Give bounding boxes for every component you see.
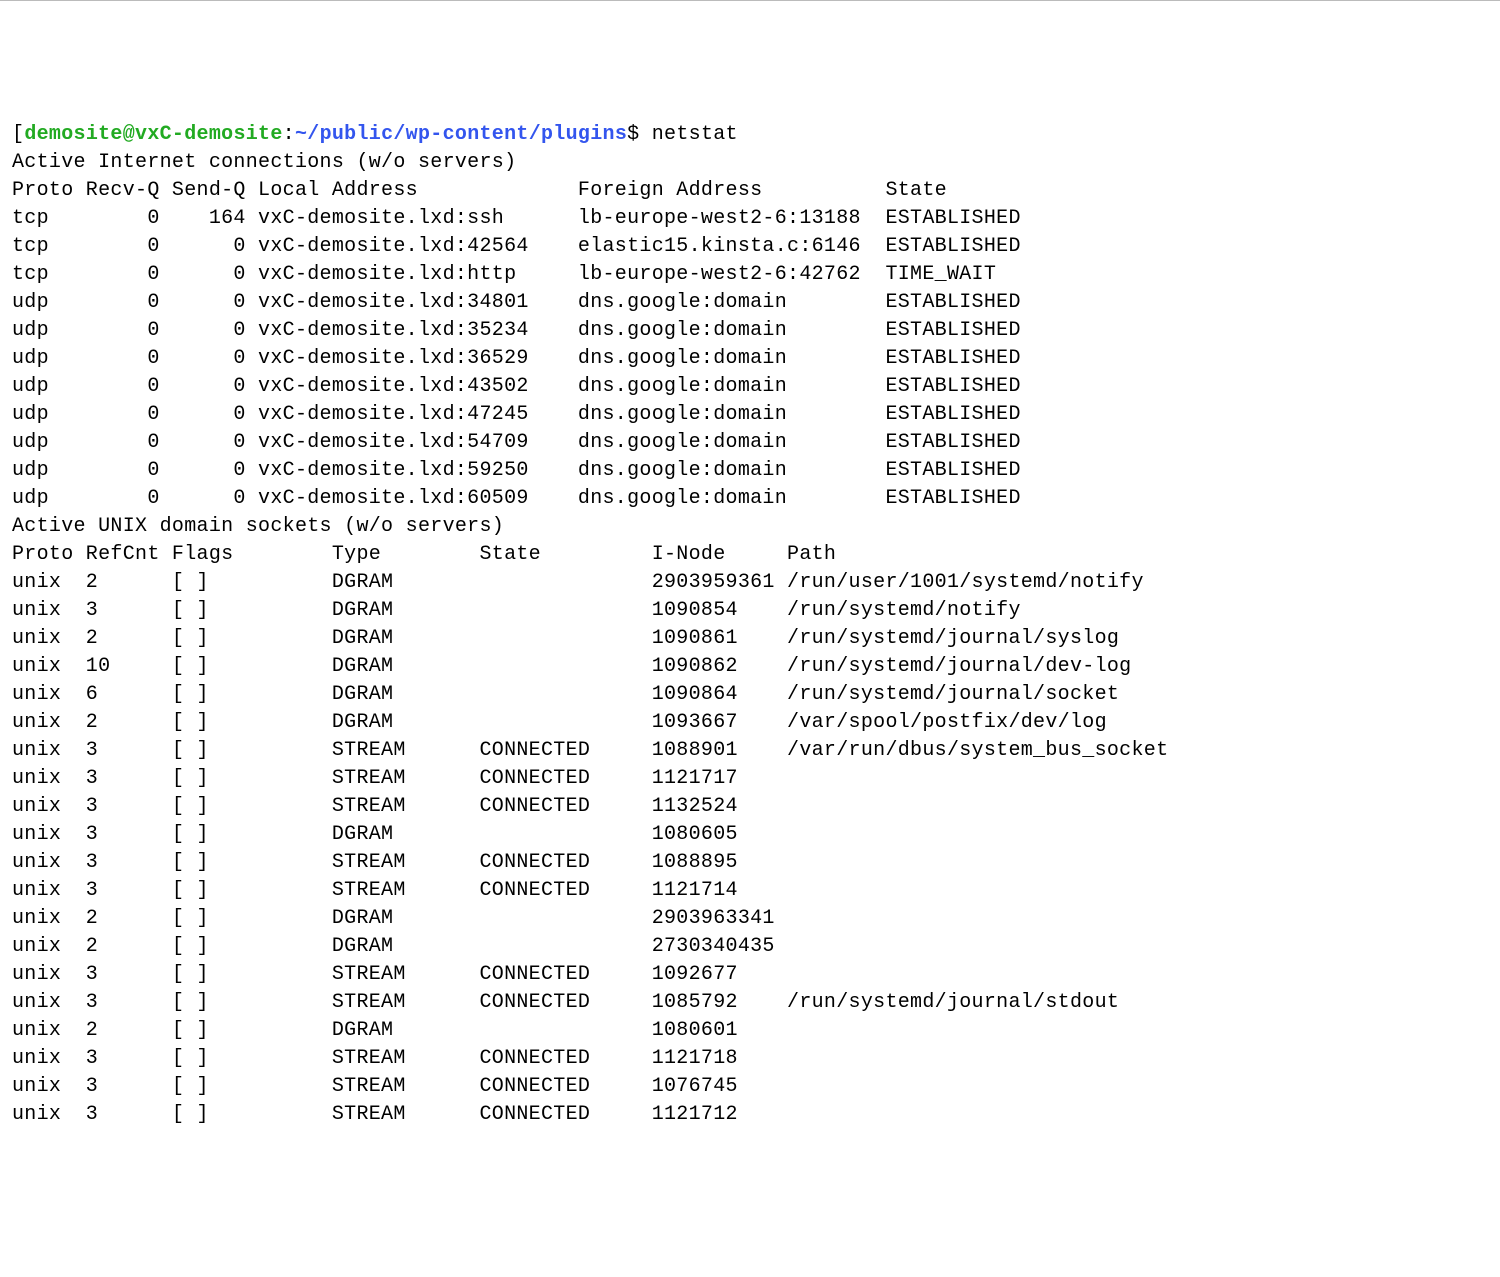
section-title-unix: Active UNIX domain sockets (w/o servers) xyxy=(12,515,504,538)
unix-rows: unix 2 [ ] DGRAM 2903959361 /run/user/10… xyxy=(12,571,1168,1126)
cwd-path: ~/public/wp-content/plugins xyxy=(295,123,627,146)
command: netstat xyxy=(652,123,738,146)
bracket-open: [ xyxy=(12,123,24,146)
colon: : xyxy=(283,123,295,146)
section-title-inet: Active Internet connections (w/o servers… xyxy=(12,151,516,174)
user-host: demosite@vxC-demosite xyxy=(24,123,282,146)
dollar: $ xyxy=(627,123,639,146)
unix-header-row: Proto RefCnt Flags Type State I-Node Pat… xyxy=(12,543,836,566)
inet-header-row: Proto Recv-Q Send-Q Local Address Foreig… xyxy=(12,179,947,202)
terminal-output[interactable]: [demosite@vxC-demosite:~/public/wp-conte… xyxy=(12,121,1488,1129)
prompt-line: [demosite@vxC-demosite:~/public/wp-conte… xyxy=(12,123,738,146)
inet-rows: tcp 0 164 vxC-demosite.lxd:ssh lb-europe… xyxy=(12,207,1021,510)
